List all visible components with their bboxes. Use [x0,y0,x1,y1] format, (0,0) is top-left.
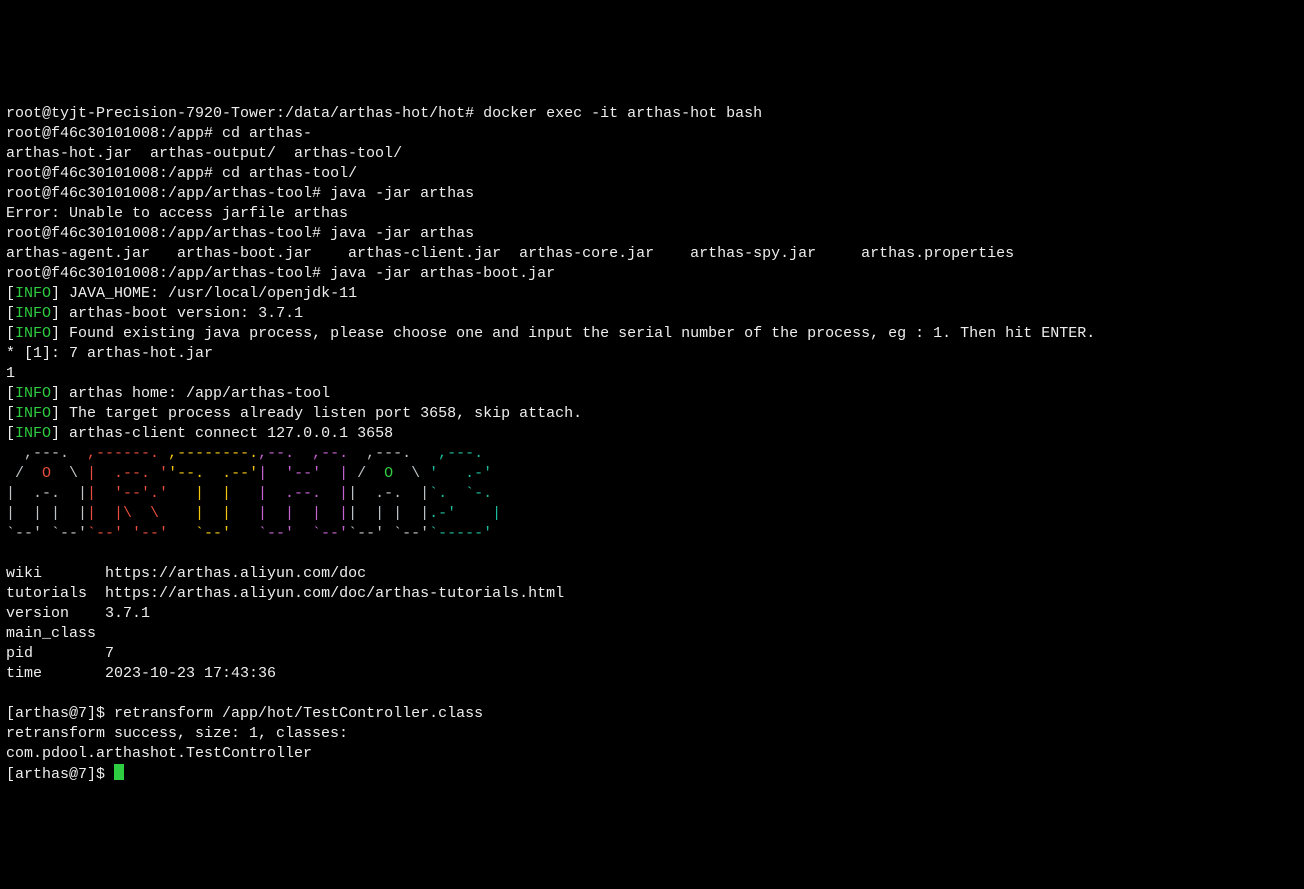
arthas-prompt: [arthas@7]$ [6,766,114,783]
line: root@f46c30101008:/app# cd arthas-tool/ [6,165,357,182]
info-tag: INFO [15,405,51,422]
shell-prompt: root@f46c30101008:/app/arthas-tool# [6,265,321,282]
meta-line: tutorials https://arthas.aliyun.com/doc/… [6,585,564,602]
arthas-ascii-art: ,---. ,------. ,--------.,--. ,--. ,---.… [6,445,501,542]
terminal[interactable]: root@tyjt-Precision-7920-Tower:/data/art… [6,84,1298,785]
command: docker exec -it arthas-hot bash [474,105,762,122]
log-line: [INFO] JAVA_HOME: /usr/local/openjdk-11 [6,285,357,302]
line: [arthas@7]$ retransform /app/hot/TestCon… [6,705,483,722]
output: com.pdool.arthashot.TestController [6,745,312,762]
log-line: [INFO] arthas-client connect 127.0.0.1 3… [6,425,393,442]
log-line: [INFO] arthas home: /app/arthas-tool [6,385,330,402]
info-tag: INFO [15,305,51,322]
line[interactable]: [arthas@7]$ [6,766,124,783]
line: root@f46c30101008:/app/arthas-tool# java… [6,185,474,202]
arthas-prompt: [arthas@7]$ [6,705,105,722]
shell-prompt: root@f46c30101008:/app# [6,165,213,182]
error: Error: Unable to access jarfile arthas [6,205,348,222]
line: root@f46c30101008:/app/arthas-tool# java… [6,225,474,242]
info-tag: INFO [15,385,51,402]
meta-line: pid 7 [6,645,114,662]
command: java -jar arthas [321,185,474,202]
user-input: 1 [6,365,15,382]
log-line: [INFO] Found existing java process, plea… [6,325,1095,342]
command: cd arthas- [213,125,312,142]
command: retransform /app/hot/TestController.clas… [105,705,483,722]
log-line: [INFO] The target process already listen… [6,405,582,422]
meta-line: wiki https://arthas.aliyun.com/doc [6,565,366,582]
meta-line: time 2023-10-23 17:43:36 [6,665,276,682]
shell-prompt: root@f46c30101008:/app/arthas-tool# [6,225,321,242]
info-tag: INFO [15,425,51,442]
shell-prompt: root@f46c30101008:/app/arthas-tool# [6,185,321,202]
output: arthas-hot.jar arthas-output/ arthas-too… [6,145,402,162]
shell-prompt: root@tyjt-Precision-7920-Tower:/data/art… [6,105,474,122]
log-line: [INFO] arthas-boot version: 3.7.1 [6,305,303,322]
output: retransform success, size: 1, classes: [6,725,348,742]
cursor-icon [114,764,124,780]
command: java -jar arthas [321,225,474,242]
meta-line: main_class [6,625,96,642]
line: root@f46c30101008:/app# cd arthas- [6,125,312,142]
info-tag: INFO [15,285,51,302]
line: root@f46c30101008:/app/arthas-tool# java… [6,265,555,282]
meta-line: version 3.7.1 [6,605,150,622]
output: arthas-agent.jar arthas-boot.jar arthas-… [6,245,1014,262]
process-option: * [1]: 7 arthas-hot.jar [6,345,213,362]
command: cd arthas-tool/ [213,165,357,182]
line: root@tyjt-Precision-7920-Tower:/data/art… [6,105,762,122]
shell-prompt: root@f46c30101008:/app# [6,125,213,142]
info-tag: INFO [15,325,51,342]
command: java -jar arthas-boot.jar [321,265,555,282]
